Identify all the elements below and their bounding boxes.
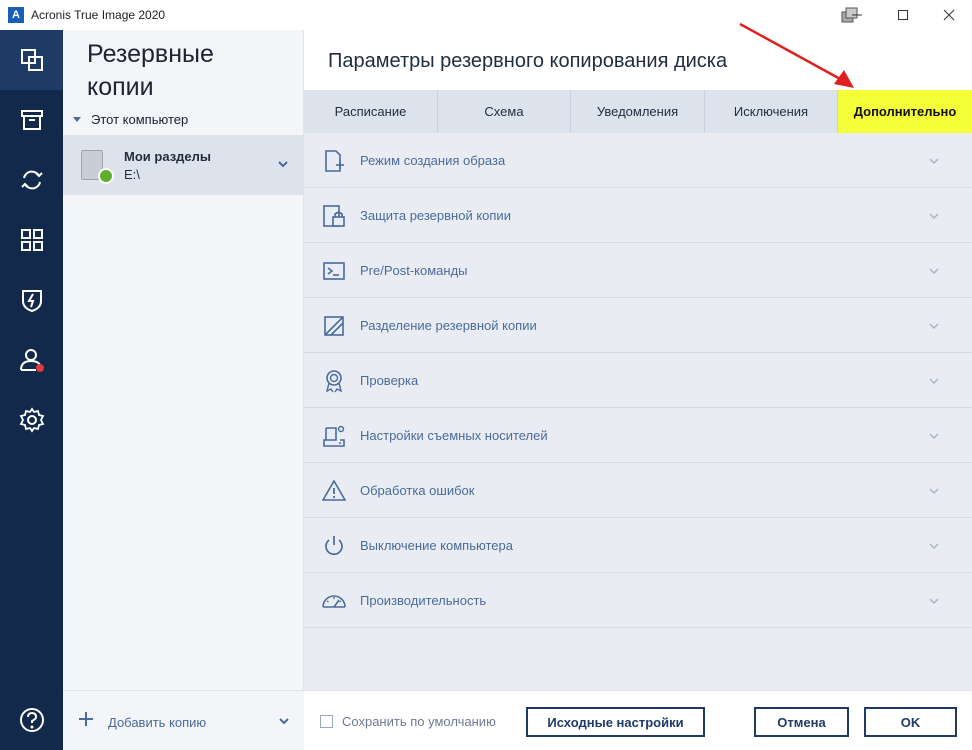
option-removable-media[interactable]: Настройки съемных носителей [304,408,972,463]
option-label: Режим создания образа [360,153,506,168]
chevron-down-icon [929,433,939,440]
backup-name: Мои разделы [124,149,212,164]
dialog-footer: Сохранить по умолчанию Исходные настройк… [304,690,972,750]
lock-icon [323,205,345,227]
terminal-icon [323,262,345,280]
add-backup-button[interactable]: Добавить копию [108,715,206,730]
window-title: Acronis True Image 2020 [31,8,166,22]
account-icon [19,349,44,372]
computer-group-label: Этот компьютер [91,112,189,127]
chevron-down-icon [929,323,939,330]
chevron-down-icon [929,158,939,165]
option-label: Pre/Post-команды [360,263,468,278]
option-label: Защита резервной копии [360,208,511,223]
nav-settings[interactable] [0,390,63,450]
save-default-checkbox[interactable]: Сохранить по умолчанию [320,714,496,729]
warning-icon [322,479,346,501]
chevron-down-icon [929,378,939,385]
ok-button[interactable]: OK [864,707,957,737]
option-backup-protection[interactable]: Защита резервной копии [304,188,972,243]
chevron-down-icon [929,488,939,495]
backup-path: E:\ [124,167,140,182]
chevron-down-icon [929,598,939,605]
option-error-handling[interactable]: Обработка ошибок [304,463,972,518]
option-pre-post-commands[interactable]: Pre/Post-команды [304,243,972,298]
removable-media-icon [323,425,345,447]
option-label: Обработка ошибок [360,483,475,498]
protection-icon [21,290,42,313]
option-validation[interactable]: Проверка [304,353,972,408]
backups-title: Резервные копии [87,40,214,101]
nav-backup[interactable] [0,30,63,90]
sync-icon [20,170,43,190]
chevron-down-icon[interactable] [277,714,291,728]
close-button[interactable] [926,0,972,30]
split-icon [324,316,344,336]
nav-sync[interactable] [0,150,63,210]
tab-notifications[interactable]: Уведомления [571,90,705,133]
nav-protection[interactable] [0,270,63,330]
option-label: Проверка [360,373,419,388]
option-image-mode[interactable]: Режим создания образа [304,133,972,188]
nav-help[interactable] [0,690,63,750]
settings-icon [19,407,44,433]
backup-item[interactable]: Мои разделы E:\ [63,135,304,195]
performance-icon [322,595,346,608]
options-list: Режим создания образа Защита резервной к… [304,133,972,690]
nav-tools[interactable] [0,210,63,270]
chevron-down-icon [929,268,939,275]
maximize-button[interactable] [880,0,926,30]
nav-archive[interactable] [0,90,63,150]
annotation-arrow-icon [739,22,854,88]
status-ok-icon [98,168,114,184]
option-performance[interactable]: Производительность [304,573,972,628]
tab-bar: Расписание Схема Уведомления Исключения … [304,90,972,133]
tab-schedule[interactable]: Расписание [304,90,438,133]
chevron-down-icon [929,213,939,220]
image-mode-icon [325,150,344,172]
option-label: Производительность [360,593,487,608]
chevron-down-icon [929,543,939,550]
page-title: Параметры резервного копирования диска [328,50,728,72]
nav-rail [0,30,63,750]
validation-icon [325,370,343,393]
nav-account[interactable] [0,330,63,390]
option-label: Выключение компьютера [360,538,513,553]
tab-scheme[interactable]: Схема [438,90,571,133]
settings-dialog: Параметры резервного копирования диска Р… [304,30,972,750]
plus-icon[interactable] [78,711,94,727]
computer-group-header[interactable]: Этот компьютер [73,112,188,127]
option-computer-shutdown[interactable]: Выключение компьютера [304,518,972,573]
option-label: Разделение резервной копии [360,318,537,333]
save-default-label: Сохранить по умолчанию [342,714,496,729]
checkbox-box[interactable] [320,715,333,728]
maximize-icon [898,10,908,20]
list-footer: Добавить копию [63,690,304,750]
app-logo-icon: A [8,7,24,23]
option-backup-splitting[interactable]: Разделение резервной копии [304,298,972,353]
tools-icon [20,229,43,251]
backups-panel: Резервные копии Этот компьютер Мои разде… [63,30,304,750]
cancel-button[interactable]: Отмена [754,707,849,737]
backup-icon [20,49,43,71]
archive-icon [20,110,43,130]
close-icon [943,9,955,21]
reset-defaults-button[interactable]: Исходные настройки [526,707,705,737]
power-icon [325,536,343,556]
collapse-triangle-icon [73,117,81,122]
help-icon [19,708,44,732]
chevron-down-icon[interactable] [276,157,290,171]
option-label: Настройки съемных носителей [360,428,548,443]
